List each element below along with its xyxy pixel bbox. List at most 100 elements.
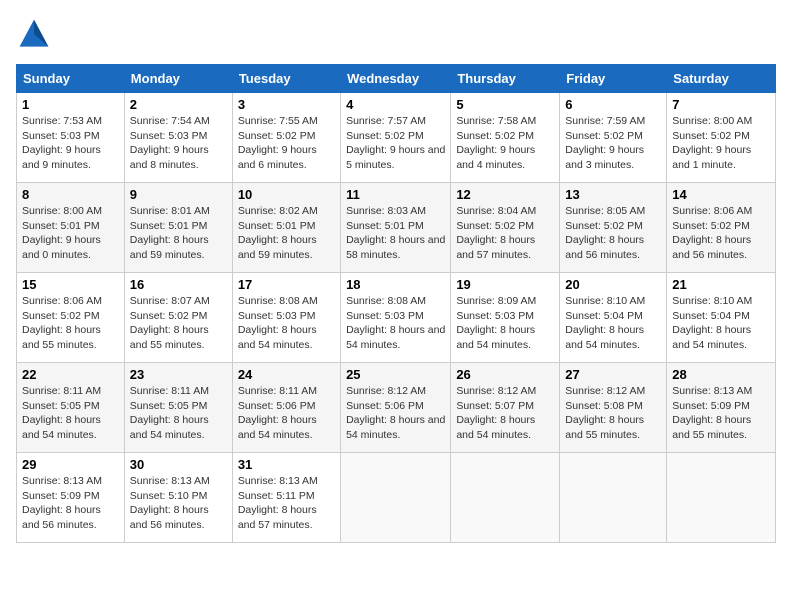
day-detail: Sunrise: 8:13 AMSunset: 5:09 PMDaylight:… [672, 385, 752, 441]
calendar-cell [451, 453, 560, 543]
calendar-cell: 4 Sunrise: 7:57 AMSunset: 5:02 PMDayligh… [341, 93, 451, 183]
day-detail: Sunrise: 8:07 AMSunset: 5:02 PMDaylight:… [130, 295, 210, 351]
day-number: 21 [672, 277, 770, 292]
day-header-saturday: Saturday [667, 65, 776, 93]
day-number: 13 [565, 187, 661, 202]
day-number: 19 [456, 277, 554, 292]
day-number: 28 [672, 367, 770, 382]
day-detail: Sunrise: 8:08 AMSunset: 5:03 PMDaylight:… [238, 295, 318, 351]
day-detail: Sunrise: 7:59 AMSunset: 5:02 PMDaylight:… [565, 115, 645, 171]
day-detail: Sunrise: 8:06 AMSunset: 5:02 PMDaylight:… [22, 295, 102, 351]
calendar-cell: 9 Sunrise: 8:01 AMSunset: 5:01 PMDayligh… [124, 183, 232, 273]
calendar-week-1: 1 Sunrise: 7:53 AMSunset: 5:03 PMDayligh… [17, 93, 776, 183]
calendar-cell: 20 Sunrise: 8:10 AMSunset: 5:04 PMDaylig… [560, 273, 667, 363]
day-detail: Sunrise: 8:10 AMSunset: 5:04 PMDaylight:… [565, 295, 645, 351]
day-detail: Sunrise: 8:08 AMSunset: 5:03 PMDaylight:… [346, 295, 445, 351]
calendar-week-4: 22 Sunrise: 8:11 AMSunset: 5:05 PMDaylig… [17, 363, 776, 453]
day-number: 20 [565, 277, 661, 292]
day-number: 31 [238, 457, 335, 472]
calendar-cell: 26 Sunrise: 8:12 AMSunset: 5:07 PMDaylig… [451, 363, 560, 453]
day-number: 4 [346, 97, 445, 112]
day-number: 6 [565, 97, 661, 112]
day-number: 25 [346, 367, 445, 382]
day-number: 3 [238, 97, 335, 112]
day-header-sunday: Sunday [17, 65, 125, 93]
day-detail: Sunrise: 8:13 AMSunset: 5:09 PMDaylight:… [22, 475, 102, 531]
day-number: 17 [238, 277, 335, 292]
logo-icon [16, 16, 52, 52]
day-detail: Sunrise: 8:12 AMSunset: 5:08 PMDaylight:… [565, 385, 645, 441]
day-number: 30 [130, 457, 227, 472]
calendar-cell: 17 Sunrise: 8:08 AMSunset: 5:03 PMDaylig… [232, 273, 340, 363]
day-number: 27 [565, 367, 661, 382]
calendar-cell: 14 Sunrise: 8:06 AMSunset: 5:02 PMDaylig… [667, 183, 776, 273]
calendar-cell: 21 Sunrise: 8:10 AMSunset: 5:04 PMDaylig… [667, 273, 776, 363]
day-detail: Sunrise: 8:10 AMSunset: 5:04 PMDaylight:… [672, 295, 752, 351]
day-number: 9 [130, 187, 227, 202]
day-detail: Sunrise: 8:13 AMSunset: 5:11 PMDaylight:… [238, 475, 318, 531]
page-header [16, 16, 776, 52]
day-number: 12 [456, 187, 554, 202]
calendar-cell: 30 Sunrise: 8:13 AMSunset: 5:10 PMDaylig… [124, 453, 232, 543]
calendar-week-3: 15 Sunrise: 8:06 AMSunset: 5:02 PMDaylig… [17, 273, 776, 363]
calendar-cell: 13 Sunrise: 8:05 AMSunset: 5:02 PMDaylig… [560, 183, 667, 273]
day-detail: Sunrise: 7:54 AMSunset: 5:03 PMDaylight:… [130, 115, 210, 171]
day-header-monday: Monday [124, 65, 232, 93]
calendar-cell: 31 Sunrise: 8:13 AMSunset: 5:11 PMDaylig… [232, 453, 340, 543]
calendar-cell: 11 Sunrise: 8:03 AMSunset: 5:01 PMDaylig… [341, 183, 451, 273]
day-number: 16 [130, 277, 227, 292]
calendar-cell: 12 Sunrise: 8:04 AMSunset: 5:02 PMDaylig… [451, 183, 560, 273]
day-detail: Sunrise: 8:09 AMSunset: 5:03 PMDaylight:… [456, 295, 536, 351]
day-number: 1 [22, 97, 119, 112]
calendar-cell [667, 453, 776, 543]
day-detail: Sunrise: 8:03 AMSunset: 5:01 PMDaylight:… [346, 205, 445, 261]
day-detail: Sunrise: 8:05 AMSunset: 5:02 PMDaylight:… [565, 205, 645, 261]
calendar-cell: 19 Sunrise: 8:09 AMSunset: 5:03 PMDaylig… [451, 273, 560, 363]
day-number: 29 [22, 457, 119, 472]
calendar-week-5: 29 Sunrise: 8:13 AMSunset: 5:09 PMDaylig… [17, 453, 776, 543]
logo [16, 16, 56, 52]
calendar-cell: 18 Sunrise: 8:08 AMSunset: 5:03 PMDaylig… [341, 273, 451, 363]
day-detail: Sunrise: 8:02 AMSunset: 5:01 PMDaylight:… [238, 205, 318, 261]
day-header-thursday: Thursday [451, 65, 560, 93]
day-detail: Sunrise: 7:53 AMSunset: 5:03 PMDaylight:… [22, 115, 102, 171]
day-header-wednesday: Wednesday [341, 65, 451, 93]
day-detail: Sunrise: 7:57 AMSunset: 5:02 PMDaylight:… [346, 115, 445, 171]
calendar-cell [560, 453, 667, 543]
day-detail: Sunrise: 8:11 AMSunset: 5:05 PMDaylight:… [130, 385, 209, 441]
day-number: 23 [130, 367, 227, 382]
calendar-cell: 23 Sunrise: 8:11 AMSunset: 5:05 PMDaylig… [124, 363, 232, 453]
calendar-cell: 22 Sunrise: 8:11 AMSunset: 5:05 PMDaylig… [17, 363, 125, 453]
calendar-header-row: SundayMondayTuesdayWednesdayThursdayFrid… [17, 65, 776, 93]
calendar-cell: 5 Sunrise: 7:58 AMSunset: 5:02 PMDayligh… [451, 93, 560, 183]
calendar-cell: 16 Sunrise: 8:07 AMSunset: 5:02 PMDaylig… [124, 273, 232, 363]
day-detail: Sunrise: 7:55 AMSunset: 5:02 PMDaylight:… [238, 115, 318, 171]
day-detail: Sunrise: 7:58 AMSunset: 5:02 PMDaylight:… [456, 115, 536, 171]
calendar-cell: 2 Sunrise: 7:54 AMSunset: 5:03 PMDayligh… [124, 93, 232, 183]
calendar-table: SundayMondayTuesdayWednesdayThursdayFrid… [16, 64, 776, 543]
calendar-cell: 29 Sunrise: 8:13 AMSunset: 5:09 PMDaylig… [17, 453, 125, 543]
day-header-tuesday: Tuesday [232, 65, 340, 93]
day-number: 5 [456, 97, 554, 112]
calendar-cell: 1 Sunrise: 7:53 AMSunset: 5:03 PMDayligh… [17, 93, 125, 183]
day-number: 10 [238, 187, 335, 202]
day-detail: Sunrise: 8:11 AMSunset: 5:06 PMDaylight:… [238, 385, 317, 441]
day-number: 24 [238, 367, 335, 382]
day-number: 18 [346, 277, 445, 292]
day-number: 2 [130, 97, 227, 112]
calendar-cell [341, 453, 451, 543]
day-header-friday: Friday [560, 65, 667, 93]
day-number: 15 [22, 277, 119, 292]
day-number: 8 [22, 187, 119, 202]
calendar-cell: 8 Sunrise: 8:00 AMSunset: 5:01 PMDayligh… [17, 183, 125, 273]
day-detail: Sunrise: 8:00 AMSunset: 5:02 PMDaylight:… [672, 115, 752, 171]
day-detail: Sunrise: 8:12 AMSunset: 5:06 PMDaylight:… [346, 385, 445, 441]
day-detail: Sunrise: 8:13 AMSunset: 5:10 PMDaylight:… [130, 475, 210, 531]
calendar-cell: 3 Sunrise: 7:55 AMSunset: 5:02 PMDayligh… [232, 93, 340, 183]
calendar-cell: 7 Sunrise: 8:00 AMSunset: 5:02 PMDayligh… [667, 93, 776, 183]
day-number: 14 [672, 187, 770, 202]
day-number: 11 [346, 187, 445, 202]
day-detail: Sunrise: 8:00 AMSunset: 5:01 PMDaylight:… [22, 205, 102, 261]
day-detail: Sunrise: 8:11 AMSunset: 5:05 PMDaylight:… [22, 385, 101, 441]
day-number: 26 [456, 367, 554, 382]
